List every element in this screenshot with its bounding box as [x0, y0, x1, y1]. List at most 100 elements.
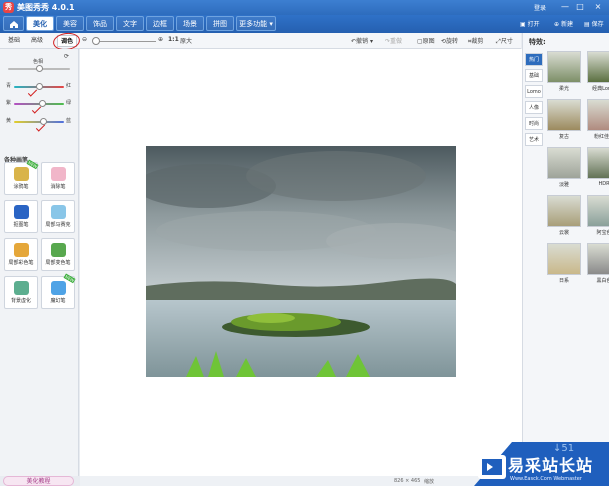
effect-thumbnail[interactable]	[587, 99, 609, 131]
zoom-slider-knob[interactable]	[92, 37, 100, 45]
brush-color-brush[interactable]: 局部彩色笔	[4, 238, 38, 271]
home-button[interactable]	[3, 16, 24, 31]
effect-label: 经典Lomo	[592, 86, 609, 92]
tab-text[interactable]: 文字	[116, 16, 144, 31]
zoom-status: 缩放	[424, 479, 435, 485]
effect-label: 粉红佳人	[593, 134, 609, 140]
effect-label: 云裳	[558, 230, 569, 236]
effect-thumbnail[interactable]	[547, 99, 581, 131]
slider2-left-label: 紫	[6, 100, 12, 106]
open-button[interactable]: ▣ 打开	[520, 19, 540, 28]
undo-label: 撤销	[356, 38, 369, 45]
main-nav: 美化 美容 饰品 文字 边框 场景 拼图 更多功能 ▾ ▣ 打开 ⊕ 新建 ▤ …	[0, 15, 609, 33]
tab-scene[interactable]: 场景	[176, 16, 204, 31]
effect-category-tab[interactable]: 艺术	[525, 133, 543, 146]
redo-button[interactable]: ↷重做	[385, 36, 402, 45]
zoom-slider[interactable]	[94, 41, 156, 42]
effect-thumbnail[interactable]	[587, 195, 609, 227]
effect-category-tab[interactable]: 基础	[525, 69, 543, 82]
cyan-red-knob[interactable]	[36, 83, 43, 90]
effects-title: 特效:	[529, 38, 546, 46]
brush-eraser[interactable]: 消除笔	[41, 162, 75, 195]
effect-label: 阿宝色	[596, 230, 609, 236]
effect-thumbnail[interactable]	[547, 51, 581, 83]
rotate-button[interactable]: ⟲旋转	[441, 36, 458, 45]
login-link[interactable]: 登录	[534, 3, 546, 12]
effect-thumbnail[interactable]	[587, 51, 609, 83]
brightness-knob[interactable]	[36, 65, 43, 72]
slider1-right-label: 红	[66, 83, 72, 89]
zoom-ratio[interactable]: 1:1	[168, 36, 179, 43]
effect-category-tab[interactable]: Lomo	[525, 85, 543, 98]
brush-cutout-pen[interactable]: 抠图笔	[4, 200, 38, 233]
image-dimensions: 826 × 465	[394, 478, 421, 484]
brush-mosaic[interactable]: 局部马赛克	[41, 200, 75, 233]
undo-button[interactable]: ↶撤销 ▾	[351, 36, 373, 45]
zoom-in-icon[interactable]: ⊕	[158, 36, 163, 43]
effect-category-tab[interactable]: 时尚	[525, 117, 543, 130]
crop-button[interactable]: ⌗裁剪	[468, 36, 483, 46]
tab-beauty[interactable]: 美容	[56, 16, 84, 31]
tab-frame[interactable]: 边框	[146, 16, 174, 31]
toolbar: 基础 高级 调色 ⊖ ⊕ 1:1 原大 ↶撤销 ▾ ↷重做 ▢原图 ⟲旋转 ⌗裁…	[0, 31, 521, 52]
zoom-out-icon[interactable]: ⊖	[82, 36, 87, 43]
effect-thumbnail[interactable]	[547, 243, 581, 275]
tab-beautify[interactable]: 美化	[26, 16, 54, 31]
effect-thumbnail[interactable]	[547, 147, 581, 179]
size-label: 尺寸	[500, 38, 513, 45]
rotate-label: 旋转	[446, 38, 459, 45]
brush-doodle-pen[interactable]: 涂鸦笔 NEW	[4, 159, 39, 195]
effect-label: HDR	[598, 181, 609, 187]
effect-label: 柔光	[558, 86, 569, 92]
tab-accessories[interactable]: 饰品	[86, 16, 114, 31]
tab-more[interactable]: 更多功能 ▾	[236, 16, 276, 31]
change-color-icon	[50, 243, 66, 257]
app-logo: 秀	[3, 2, 14, 13]
slider2-right-label: 绿	[66, 100, 72, 106]
save-button[interactable]: ▤ 保存	[584, 19, 604, 28]
color-brush-icon	[13, 243, 29, 257]
save-label: 保存	[591, 21, 604, 28]
red-check-mark	[31, 104, 42, 114]
edited-photo[interactable]	[146, 146, 456, 377]
subtab-advanced[interactable]: 高级	[28, 35, 46, 47]
left-panel: 色相 ⟳ 青 红 紫 绿 黄 蓝 各种画笔 涂鸦笔 NEW 消除笔 抠图笔 局部马赛克局…	[0, 49, 79, 476]
slider1-left-label: 青	[6, 83, 12, 89]
crop-label: 裁剪	[471, 38, 484, 45]
tab-collage[interactable]: 拼图	[206, 16, 234, 31]
app-title: 美图秀秀 4.0.1	[17, 3, 75, 12]
open-label: 打开	[527, 21, 540, 28]
size-button[interactable]: ⤢尺寸	[496, 36, 513, 46]
brush-blur[interactable]: 背景虚化	[4, 276, 38, 309]
brush-label: 背景虚化	[10, 298, 31, 304]
brush-label: 抠图笔	[13, 222, 29, 228]
brush-label: 魔幻笔	[50, 298, 66, 304]
original-button[interactable]: ▢原图	[417, 36, 435, 45]
effect-label: 黑白色	[596, 278, 609, 284]
red-check-mark	[35, 122, 46, 132]
tutorial-button[interactable]: 美化教程	[3, 476, 74, 486]
brush-label: 消除笔	[50, 184, 66, 190]
brush-label: 涂鸦笔	[13, 184, 29, 190]
effect-label: 淡雅	[558, 182, 569, 188]
redo-label: 重做	[390, 38, 403, 45]
watermark-subtext: Www.Easck.Com Webmaster	[510, 476, 582, 482]
effect-thumbnail[interactable]	[547, 195, 581, 227]
maximize-button[interactable]: □	[575, 2, 585, 12]
minimize-button[interactable]: —	[560, 2, 570, 12]
effect-category-tab[interactable]: 人像	[525, 101, 543, 114]
zoom-original-label[interactable]: 原大	[180, 36, 192, 45]
watermark-text: 易采站长站	[508, 456, 594, 475]
reset-icon[interactable]: ⟳	[64, 53, 69, 60]
effect-category-tab[interactable]: 热门	[525, 53, 543, 66]
brush-magic-pen[interactable]: 魔幻笔 NEW	[41, 273, 76, 309]
new-button[interactable]: ⊕ 新建	[554, 19, 573, 28]
watermark-logo-icon	[478, 455, 506, 479]
subtab-basic[interactable]: 基础	[5, 35, 23, 47]
brush-change-color[interactable]: 局部变色笔	[41, 238, 75, 271]
effect-thumbnail[interactable]	[587, 147, 609, 179]
effect-thumbnail[interactable]	[587, 243, 609, 275]
close-button[interactable]: ×	[593, 2, 603, 12]
mosaic-icon	[50, 205, 66, 219]
yellow-blue-slider[interactable]	[14, 121, 64, 123]
